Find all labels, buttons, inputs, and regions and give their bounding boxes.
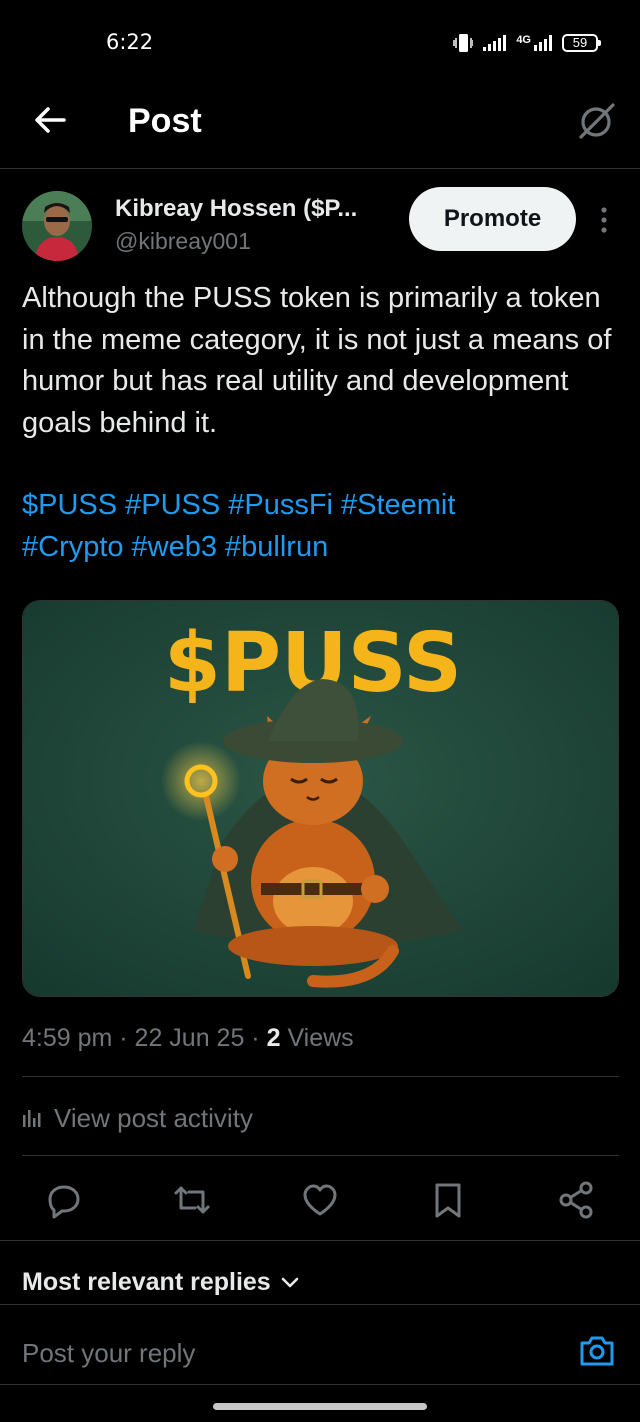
views-label: Views [280,1024,354,1052]
vibrate-icon [453,34,474,52]
divider [0,1384,640,1385]
page-title: Post [128,102,202,140]
reply-icon[interactable] [44,1180,84,1220]
hashtag-list: $PUSS #PUSS #PussFi #Steemit #Crypto #web3 #b… [22,485,622,568]
hashtag-link[interactable]: #PussFi [228,489,333,521]
promote-button[interactable]: Promote [409,187,576,251]
view-activity-button[interactable]: View post activity [22,1100,253,1136]
post-image[interactable]: $PUSS [22,600,619,997]
network-label: 4G [516,34,531,46]
replies-sort-label: Most relevant replies [22,1268,271,1296]
battery-icon: 59 [562,34,601,52]
chevron-down-icon [281,1277,299,1287]
arrow-left-icon[interactable] [30,100,70,140]
hashtag-link[interactable]: #bullrun [225,531,328,563]
divider [0,1240,640,1241]
post-text: Although the PUSS token is primarily a t… [22,282,612,439]
views-count: 2 [266,1024,281,1052]
hashtag-link[interactable]: #PUSS [125,489,220,521]
post-timestamp: 4:59 pm · 22 Jun 25 · [22,1024,267,1052]
divider [22,1155,619,1156]
reply-input[interactable] [22,1333,522,1373]
author-name[interactable]: Kibreay Hossen ($P... [115,195,387,223]
hashtag-link[interactable]: #Crypto [22,531,124,563]
top-bar: Post [0,80,640,169]
replies-sort-dropdown[interactable]: Most relevant replies [22,1268,299,1297]
divider [0,1304,640,1305]
bar-chart-icon [23,1110,41,1127]
heart-icon[interactable] [300,1180,340,1220]
hashtag-link[interactable]: #web3 [132,531,217,563]
action-bar [0,1170,640,1230]
signal-icon [483,35,507,51]
status-time: 6:22 [106,30,154,54]
more-vertical-icon[interactable] [596,206,612,236]
repost-icon[interactable] [172,1180,212,1220]
hashtag-link[interactable]: $PUSS [22,489,117,521]
status-bar: 6:22 4G 59 [0,0,640,80]
hashtag-link[interactable]: #Steemit [341,489,455,521]
camera-icon[interactable] [578,1332,616,1370]
status-icons: 4G 59 [453,30,601,56]
grok-icon[interactable] [576,100,618,142]
post-meta: 4:59 pm · 22 Jun 25 · 2 Views [22,1024,354,1053]
signal-4g-icon [534,35,552,51]
avatar[interactable] [22,191,92,261]
divider [22,1076,619,1077]
author-handle[interactable]: @kibreay001 [115,228,251,255]
home-indicator[interactable] [213,1403,427,1410]
activity-label: View post activity [54,1102,253,1133]
bookmark-icon[interactable] [428,1180,468,1220]
share-icon[interactable] [556,1180,596,1220]
